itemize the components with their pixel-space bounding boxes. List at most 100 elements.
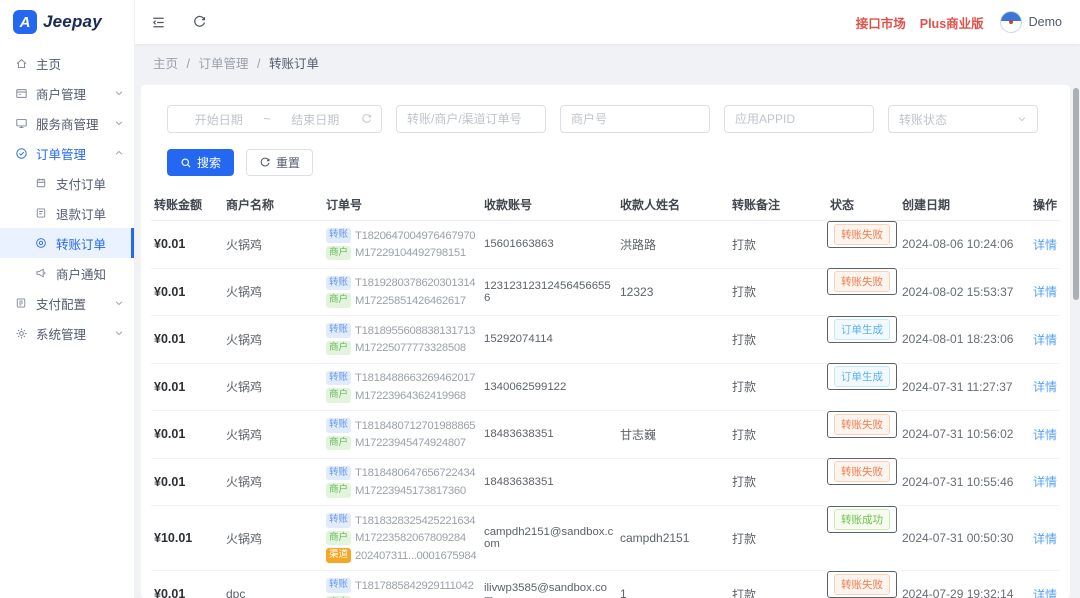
chevron-down-icon bbox=[114, 298, 124, 308]
merchant-cell: 火锅鸡 bbox=[223, 363, 323, 411]
sidebar-item-3[interactable]: 订单管理 bbox=[0, 138, 134, 168]
created-cell: 2024-08-01 18:23:06 bbox=[899, 316, 1017, 364]
search-button[interactable]: 搜索 bbox=[167, 149, 234, 176]
remark-cell: 打款 bbox=[729, 458, 827, 506]
status-cell: 转账失败 bbox=[827, 221, 897, 248]
start-date-placeholder: 开始日期 bbox=[176, 111, 262, 128]
channel-order-no: 202407311...0001675984 bbox=[355, 548, 476, 564]
merchant-tag: 商户 bbox=[326, 483, 351, 498]
sidebar-item-label: 转账订单 bbox=[56, 234, 106, 253]
transfer-order-no: T1818955608838131713 bbox=[355, 323, 475, 339]
merchant-tag: 商户 bbox=[326, 246, 351, 261]
status-cell: 转账失败 bbox=[827, 571, 897, 598]
sidebar-item-9[interactable]: 系统管理 bbox=[0, 318, 134, 348]
link-plus-commercial[interactable]: Plus商业版 bbox=[920, 13, 984, 32]
table-row: ¥0.01火锅鸡转账T1819280378620301314商户M1722585… bbox=[151, 268, 1060, 316]
table-row: ¥0.01火锅鸡转账T1820647004976467970商户M1722910… bbox=[151, 221, 1060, 269]
status-cell: 订单生成 bbox=[827, 363, 897, 390]
channel-order-line: 渠道202407311...0001675984 bbox=[326, 548, 478, 564]
account-cell: 18483638351 bbox=[481, 458, 617, 506]
date-swap-icon bbox=[360, 113, 373, 126]
reset-button[interactable]: 重置 bbox=[246, 149, 313, 176]
sidebar-menu: 主页商户管理服务商管理订单管理支付订单退款订单转账订单商户通知支付配置系统管理 bbox=[0, 44, 134, 348]
transfer-state-placeholder: 转账状态 bbox=[899, 111, 947, 128]
status-badge: 订单生成 bbox=[834, 366, 890, 387]
detail-link[interactable]: 详情 bbox=[1033, 532, 1057, 546]
detail-link[interactable]: 详情 bbox=[1033, 588, 1057, 598]
chevron-down-icon bbox=[1017, 114, 1027, 124]
col-created: 创建日期 bbox=[899, 189, 1017, 221]
link-api-market[interactable]: 接口市场 bbox=[856, 13, 906, 32]
action-cell: 详情 bbox=[1017, 506, 1060, 571]
merchant-cell: 火锅鸡 bbox=[223, 221, 323, 269]
status-badge: 订单生成 bbox=[834, 319, 890, 340]
sidebar-item-1[interactable]: 商户管理 bbox=[0, 78, 134, 108]
detail-link[interactable]: 详情 bbox=[1033, 380, 1057, 394]
logo[interactable]: A Jeepay bbox=[0, 0, 134, 44]
detail-link[interactable]: 详情 bbox=[1033, 238, 1057, 252]
sidebar-item-6[interactable]: 转账订单 bbox=[0, 228, 134, 258]
detail-link[interactable]: 详情 bbox=[1033, 428, 1057, 442]
order-icon bbox=[15, 146, 29, 160]
avatar[interactable] bbox=[1000, 11, 1022, 33]
status-cell: 订单生成 bbox=[827, 316, 897, 343]
breadcrumb-separator: / bbox=[257, 57, 260, 71]
home-icon bbox=[15, 56, 29, 70]
merchant-tag: 商户 bbox=[326, 388, 351, 403]
detail-link[interactable]: 详情 bbox=[1033, 333, 1057, 347]
order-no-input[interactable] bbox=[396, 105, 546, 133]
payee-cell: 1 bbox=[617, 571, 729, 598]
breadcrumb-home[interactable]: 主页 bbox=[153, 57, 178, 71]
sidebar-item-2[interactable]: 服务商管理 bbox=[0, 108, 134, 138]
action-cell: 详情 bbox=[1017, 221, 1060, 269]
remark-cell: 打款 bbox=[729, 221, 827, 269]
sidebar-item-8[interactable]: 支付配置 bbox=[0, 288, 134, 318]
sidebar-item-4[interactable]: 支付订单 bbox=[0, 168, 134, 198]
transfer-state-select[interactable]: 转账状态 bbox=[888, 105, 1038, 133]
app-id-input[interactable] bbox=[724, 105, 874, 133]
merchant-order-line: 商户M17225851426462617 bbox=[326, 293, 478, 309]
sidebar-item-0[interactable]: 主页 bbox=[0, 48, 134, 78]
sidebar-item-label: 商户通知 bbox=[56, 264, 106, 283]
scrollbar-thumb[interactable] bbox=[1073, 88, 1079, 300]
col-amount: 转账金额 bbox=[151, 189, 223, 221]
amount-cell: ¥0.01 bbox=[151, 363, 223, 411]
amount-cell: ¥0.01 bbox=[151, 411, 223, 459]
created-cell: 2024-07-31 10:56:02 bbox=[899, 411, 1017, 459]
date-range-picker[interactable]: 开始日期 ~ 结束日期 bbox=[167, 105, 382, 133]
amount-cell: ¥0.01 bbox=[151, 458, 223, 506]
payee-cell: 12323 bbox=[617, 268, 729, 316]
created-cell: 2024-07-31 11:27:37 bbox=[899, 363, 1017, 411]
transfer-order-line: 转账T1817885842929111042 bbox=[326, 578, 478, 594]
breadcrumb-order-mgmt[interactable]: 订单管理 bbox=[198, 57, 248, 71]
transfer-order-no: T1818480647656722434 bbox=[355, 465, 475, 481]
table-header-row: 转账金额 商户名称 订单号 收款账号 收款人姓名 转账备注 状态 创建日期 操作 bbox=[151, 189, 1060, 221]
merchant-cell: 火锅鸡 bbox=[223, 458, 323, 506]
detail-link[interactable]: 详情 bbox=[1033, 285, 1057, 299]
sidebar-item-label: 订单管理 bbox=[36, 144, 86, 163]
sidebar-item-label: 服务商管理 bbox=[36, 114, 99, 133]
refresh-icon[interactable] bbox=[192, 15, 207, 30]
table-row: ¥0.01火锅鸡转账T1818955608838131713商户M1722507… bbox=[151, 316, 1060, 364]
transfer-tag: 转账 bbox=[326, 276, 351, 291]
scrollbar[interactable] bbox=[1072, 44, 1080, 598]
user-name[interactable]: Demo bbox=[1029, 15, 1062, 29]
amount-cell: ¥0.01 bbox=[151, 221, 223, 269]
amount-cell: ¥0.01 bbox=[151, 571, 223, 598]
pay-order-icon bbox=[35, 176, 49, 190]
menu-fold-icon[interactable] bbox=[151, 15, 166, 30]
table-row: ¥10.01火锅鸡转账T1818328325425221634商户M172235… bbox=[151, 506, 1060, 571]
mch-no-input[interactable] bbox=[560, 105, 710, 133]
detail-link[interactable]: 详情 bbox=[1033, 475, 1057, 489]
account-cell: campdh2151@sandbox.com bbox=[481, 506, 617, 571]
transfer-tag: 转账 bbox=[326, 418, 351, 433]
action-cell: 详情 bbox=[1017, 458, 1060, 506]
content-card: 开始日期 ~ 结束日期 转账状态 bbox=[141, 85, 1070, 598]
amount-cell: ¥10.01 bbox=[151, 506, 223, 571]
merchant-cell: 火锅鸡 bbox=[223, 268, 323, 316]
sidebar-item-7[interactable]: 商户通知 bbox=[0, 258, 134, 288]
app-window: A Jeepay 主页商户管理服务商管理订单管理支付订单退款订单转账订单商户通知… bbox=[0, 0, 1080, 598]
transfer-order-line: 转账T1818328325425221634 bbox=[326, 513, 478, 529]
topbar: 接口市场 Plus商业版 Demo bbox=[135, 0, 1080, 44]
sidebar-item-5[interactable]: 退款订单 bbox=[0, 198, 134, 228]
